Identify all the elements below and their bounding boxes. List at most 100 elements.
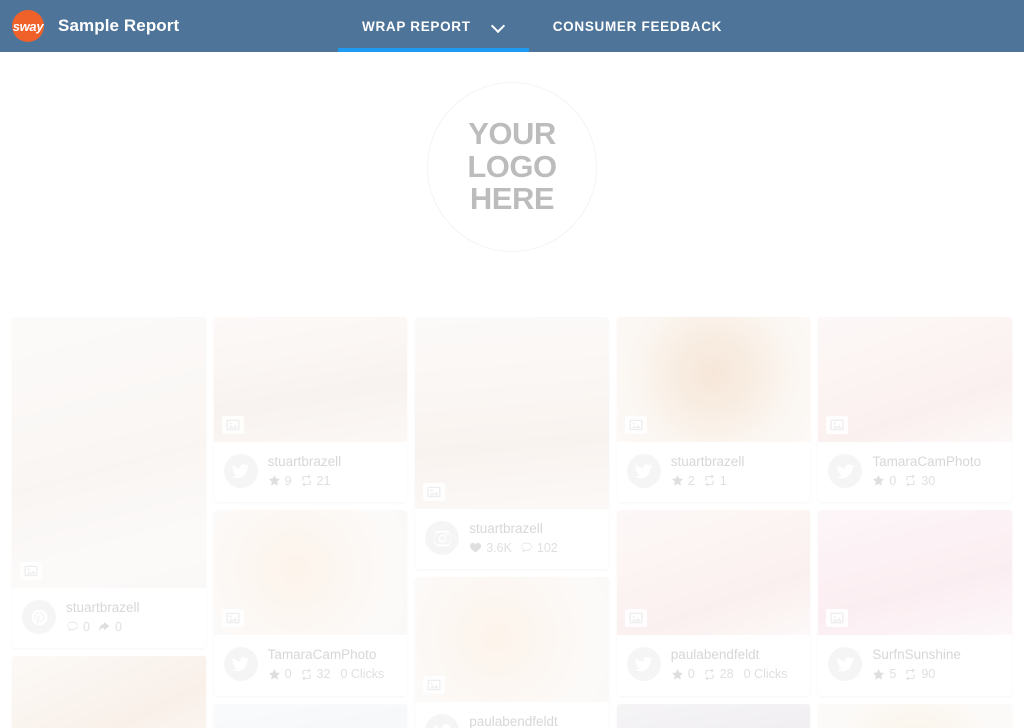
post-meta: stuartbrazell 2 1 [617,442,811,502]
post-meta-text: paulabendfeldt024 [469,712,558,728]
post-meta-text: stuartbrazell 2 1 [671,452,745,490]
twitter-icon[interactable] [828,647,863,682]
heart-icon [469,541,482,554]
tab-wrap-report-label: WRAP REPORT [362,18,471,34]
username[interactable]: paulabendfeldt [671,647,760,662]
image-icon [624,416,647,434]
post-card[interactable]: TamaraCamPhoto 0 30 [818,317,1012,503]
stat-value: 3.6K [486,540,512,555]
logo-placeholder: YOUR LOGO HERE [427,82,597,252]
image-icon [221,609,244,628]
post-thumbnail[interactable] [818,510,1012,636]
post-meta-text: TamaraCamPhoto 0 30 [872,452,981,490]
image-icon [826,609,849,628]
twitter-icon[interactable] [425,714,460,728]
post-thumbnail[interactable] [213,510,408,636]
post-stats: 00 [66,618,140,637]
post-card[interactable]: paulabendfeldt024 [415,577,609,728]
post-thumbnail[interactable] [818,317,1012,442]
stat-value: 0 [83,619,90,634]
post-stats: 9 21 [268,472,342,491]
star-icon [872,668,885,681]
post-card[interactable]: SurfnSunshine 5 90 [818,510,1012,696]
retweet-icon [300,668,313,681]
username[interactable]: SurfnSunshine [872,647,961,662]
star-icon [671,668,684,681]
post-card[interactable]: stuartbrazell 9 21 [213,317,408,503]
post-thumbnail[interactable] [616,510,811,636]
post-stats: 5 90 [872,665,961,684]
retweet-icon [904,474,917,487]
post-meta-text: stuartbrazell 3.6K 102 [469,519,562,557]
post-meta: stuartbrazell 0 0 [12,588,206,648]
stat-value: 21 [316,473,331,488]
pinterest-icon[interactable] [22,600,56,635]
stat-value: 0 [889,473,897,488]
post-card[interactable]: stuartbrazell 0 0 [12,317,206,649]
star-icon [671,474,684,487]
star-icon [268,668,281,681]
stat-value: 9 [284,473,292,488]
post-grid: stuartbrazell 0 0 stuartbrazell 9 21 TamaraCam… [0,317,1024,728]
sway-logo-icon[interactable]: sway [12,10,44,42]
page-title: Sample Report [58,16,180,35]
post-thumbnail[interactable] [415,317,609,509]
post-stats: 21 [671,472,745,491]
post-thumbnail[interactable] [818,703,1012,728]
retweet-icon [300,474,313,487]
post-card[interactable]: paulabendfeldt 0 28 0 Clicks [616,510,811,696]
post-card[interactable] [616,703,811,728]
twitter-icon[interactable] [223,454,258,489]
post-meta: stuartbrazell 3.6K 102 [415,509,609,569]
post-thumbnail[interactable] [12,317,206,588]
chevron-down-icon[interactable] [493,20,505,32]
retweet-icon [904,668,917,681]
post-card[interactable]: stuartbrazell 2 1 [616,317,811,503]
username[interactable]: stuartbrazell [469,521,543,536]
post-thumbnail[interactable] [12,656,206,728]
stat-value: 0 [114,619,122,634]
logo-line-1: YOUR [468,115,556,151]
username[interactable]: paulabendfeldt [469,714,558,728]
post-card[interactable]: TamaraCamPhoto 0 32 0 Clicks [213,510,408,696]
clicks-value: 0 Clicks [743,666,788,681]
post-meta: SurfnSunshine 5 90 [818,635,1012,695]
stat-value: 0 [284,666,292,681]
twitter-icon[interactable] [626,454,661,489]
star-icon [268,474,281,487]
comment-icon [66,620,79,633]
post-meta: TamaraCamPhoto 0 32 0 Clicks [214,635,408,695]
instagram-icon[interactable] [425,521,460,556]
username[interactable]: stuartbrazell [268,454,342,469]
post-stats: 3.6K 102 [469,539,562,558]
post-card[interactable] [213,703,408,728]
post-meta-text: TamaraCamPhoto 0 32 0 Clicks [268,645,385,683]
post-thumbnail[interactable] [213,703,408,728]
tab-consumer-feedback[interactable]: CONSUMER FEEDBACK [529,0,746,52]
post-thumbnail[interactable] [616,703,811,728]
app-header: sway Sample Report WRAP REPORT CONSUMER … [0,0,1024,52]
username[interactable]: TamaraCamPhoto [268,647,377,662]
twitter-icon[interactable] [223,647,258,682]
post-stats: 0 28 0 Clicks [671,665,788,684]
post-card[interactable] [818,703,1012,728]
clicks-value: 0 Clicks [340,666,385,681]
logo-line-2: LOGO [467,148,557,184]
logo-line-3: HERE [469,181,555,217]
post-thumbnail[interactable] [415,577,609,703]
post-thumbnail[interactable] [616,317,811,442]
username[interactable]: stuartbrazell [66,600,140,615]
post-meta-text: stuartbrazell 0 0 [66,598,140,636]
post-card[interactable] [12,656,206,728]
post-meta-text: paulabendfeldt 0 28 0 Clicks [671,645,788,683]
grid-column: stuartbrazell 3.6K 102 paulabendfeldt024 [415,317,609,728]
username[interactable]: stuartbrazell [671,454,745,469]
post-card[interactable]: stuartbrazell 3.6K 102 [415,317,609,570]
tab-wrap-report[interactable]: WRAP REPORT [338,0,529,52]
post-thumbnail[interactable] [213,317,408,442]
username[interactable]: TamaraCamPhoto [872,454,981,469]
twitter-icon[interactable] [626,647,661,682]
post-stats: 0 32 0 Clicks [268,665,385,684]
post-meta: paulabendfeldt024 [415,702,609,728]
twitter-icon[interactable] [828,454,863,489]
